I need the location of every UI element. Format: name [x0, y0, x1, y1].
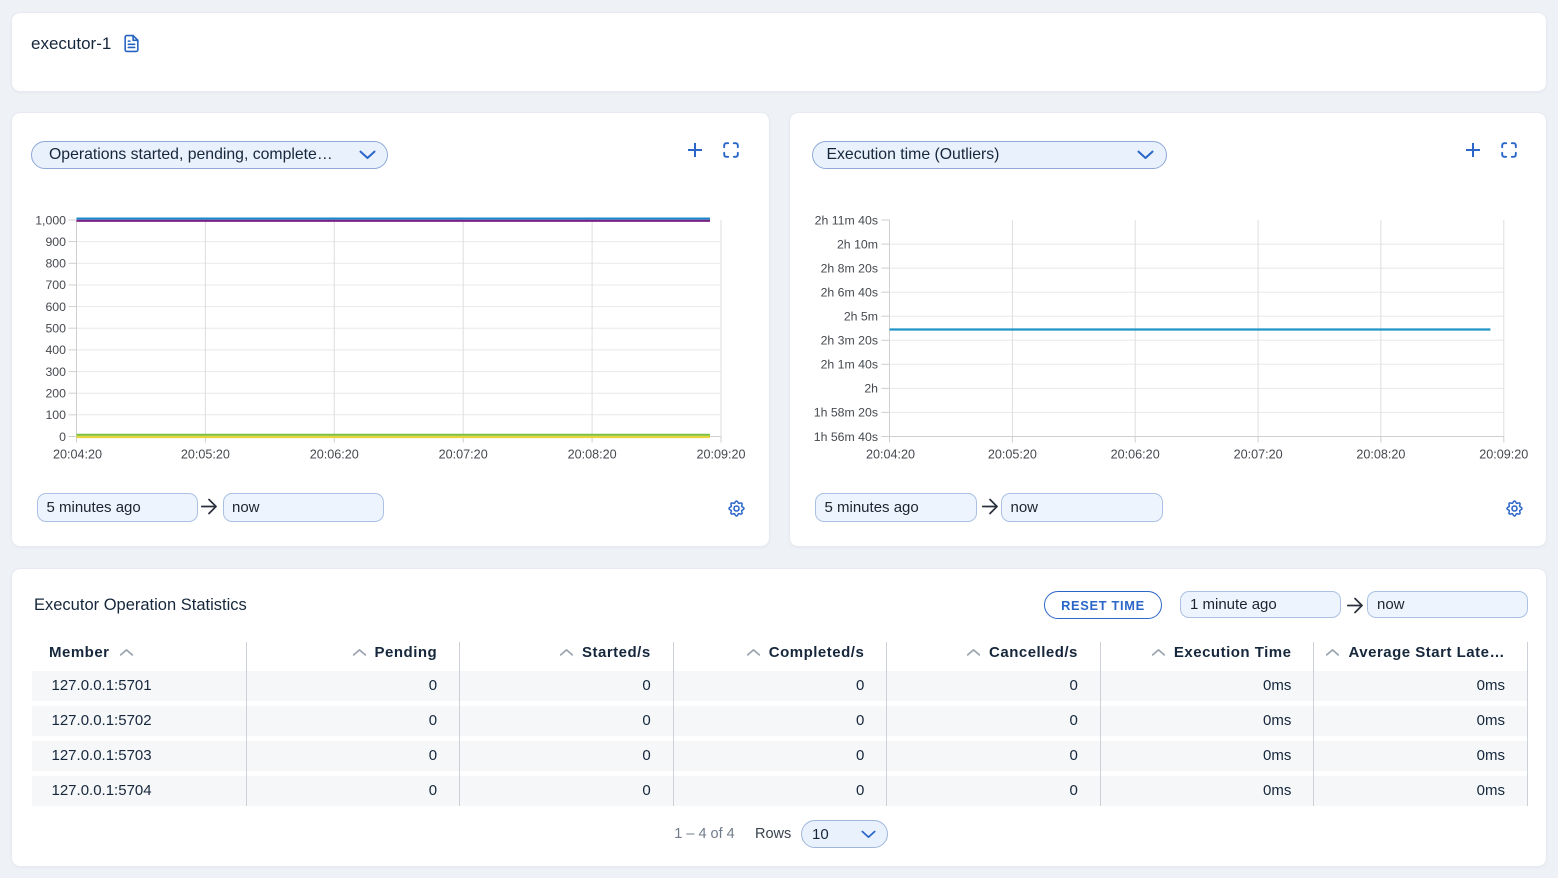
svg-text:20:06:20: 20:06:20 — [310, 448, 359, 462]
svg-text:20:05:20: 20:05:20 — [181, 448, 230, 462]
svg-text:2h 10m: 2h 10m — [837, 237, 878, 251]
svg-text:20:04:20: 20:04:20 — [866, 448, 915, 462]
svg-text:20:09:20: 20:09:20 — [696, 448, 745, 462]
svg-text:20:08:20: 20:08:20 — [1356, 448, 1405, 462]
svg-text:600: 600 — [45, 300, 66, 314]
svg-text:100: 100 — [45, 408, 66, 422]
svg-text:800: 800 — [45, 257, 66, 271]
svg-text:900: 900 — [45, 235, 66, 249]
svg-text:700: 700 — [45, 278, 66, 292]
svg-text:2h 6m 40s: 2h 6m 40s — [821, 286, 878, 300]
svg-text:2h 8m 20s: 2h 8m 20s — [821, 261, 878, 275]
svg-text:2h 5m: 2h 5m — [844, 310, 878, 324]
svg-text:20:05:20: 20:05:20 — [988, 448, 1037, 462]
svg-text:500: 500 — [45, 322, 66, 336]
svg-text:2h 11m 40s: 2h 11m 40s — [815, 213, 878, 227]
svg-text:400: 400 — [45, 343, 66, 357]
svg-text:2h 1m 40s: 2h 1m 40s — [821, 358, 878, 372]
svg-text:20:07:20: 20:07:20 — [1234, 448, 1283, 462]
svg-text:1h 58m 20s: 1h 58m 20s — [814, 406, 878, 420]
svg-text:20:09:20: 20:09:20 — [1479, 448, 1528, 462]
svg-text:300: 300 — [45, 365, 66, 379]
svg-text:1,000: 1,000 — [35, 213, 66, 227]
svg-text:1h 56m 40s: 1h 56m 40s — [814, 430, 878, 444]
svg-text:20:04:20: 20:04:20 — [53, 448, 102, 462]
svg-text:2h 3m 20s: 2h 3m 20s — [821, 334, 878, 348]
svg-text:0: 0 — [59, 430, 66, 444]
svg-text:200: 200 — [45, 387, 66, 401]
svg-text:20:07:20: 20:07:20 — [439, 448, 488, 462]
svg-text:2h: 2h — [864, 382, 878, 396]
svg-text:20:06:20: 20:06:20 — [1111, 448, 1160, 462]
svg-text:20:08:20: 20:08:20 — [568, 448, 617, 462]
